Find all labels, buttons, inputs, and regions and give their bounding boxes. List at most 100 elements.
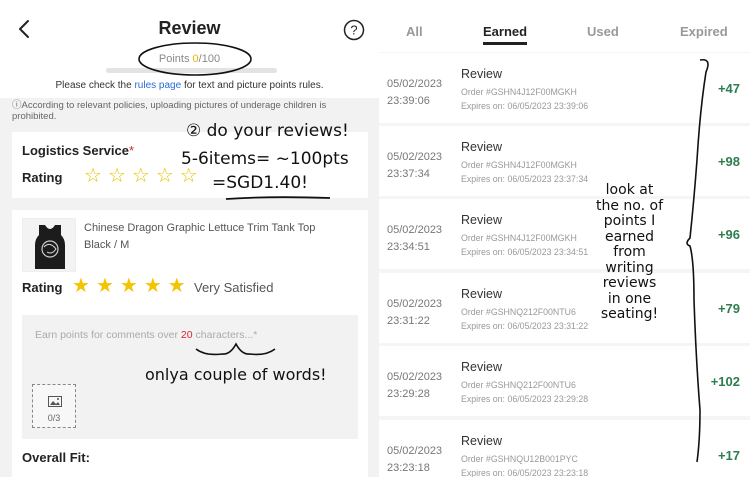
row-title: Review [461,213,502,227]
logistics-star-rating[interactable]: ☆ ☆ ☆ ☆ ☆ [84,166,198,186]
note-line: earned [604,228,655,245]
rules-page-link[interactable]: rules page [134,80,181,91]
row-datetime: 05/02/2023 23:29:28 [387,369,442,403]
placeholder-prefix: Earn points for comments over [35,329,178,341]
row-expires: Expires on: 06/05/2023 23:23:18 [461,468,589,477]
note-line: from [613,244,646,260]
row-title: Review [461,67,502,81]
row-order: Order #GSHN4J12F00MGKH [461,233,577,243]
star-icon[interactable]: ★ [96,276,114,296]
star-icon[interactable]: ☆ [132,166,150,186]
note-line: the no. of [596,197,664,214]
policy-notice: ⓘAccording to relevant policies, uploadi… [12,100,327,122]
note-line: points I [603,213,656,229]
product-name: Chinese Dragon Graphic Lettuce Trim Tank… [84,222,316,234]
list-item: 05/02/2023 23:29:28 Review Order #GSHNQ21… [379,346,750,416]
note-line: look at [605,182,654,198]
star-icon[interactable]: ☆ [84,166,102,186]
star-icon[interactable]: ★ [120,276,138,296]
svg-text:?: ? [350,23,357,38]
tab-all[interactable]: All [406,24,423,39]
list-item: 05/02/2023 23:39:06 Review Order #GSHN4J1… [379,53,750,123]
list-item: 05/02/2023 23:34:51 Review Order #GSHN4J1… [379,199,750,269]
list-item: 05/02/2023 23:37:34 Review Order #GSHN4J1… [379,126,750,196]
row-datetime: 05/02/2023 23:39:06 [387,76,442,110]
product-variant: Black / M [84,239,130,251]
row-time: 23:37:34 [387,168,430,180]
note-line: reviews [602,275,657,291]
row-datetime: 05/02/2023 23:23:18 [387,443,442,477]
points-tabs: All Earned Used Expired [379,0,750,52]
placeholder-suffix: characters...* [195,329,258,341]
annotation-do-reviews: ② do your reviews! [186,121,349,141]
row-order: Order #GSHN4J12F00MGKH [461,87,577,97]
tab-earned[interactable]: Earned [483,24,527,39]
row-time: 23:29:28 [387,388,430,400]
logistics-label-text: Logistics Service [22,143,129,158]
row-date: 05/02/2023 [387,445,443,457]
row-date: 05/02/2023 [387,78,443,90]
row-time: 23:39:06 [387,95,430,107]
row-order: Order #GSHNQ212F00NTU6 [461,380,576,390]
star-icon[interactable]: ★ [144,276,162,296]
row-datetime: 05/02/2023 23:34:51 [387,222,442,256]
star-icon[interactable]: ★ [72,276,90,296]
row-date: 05/02/2023 [387,151,443,163]
points-counter: Points 0/100 [0,53,379,65]
product-info: Chinese Dragon Graphic Lettuce Trim Tank… [84,220,354,254]
row-points: +47 [717,81,740,96]
row-title: Review [461,360,502,374]
active-tab-indicator [483,42,527,45]
row-points: +17 [717,448,740,463]
row-title: Review [461,434,502,448]
product-thumbnail [22,218,76,272]
row-title: Review [461,287,502,301]
row-order: Order #GSHNQ212F00NTU6 [461,307,576,317]
row-datetime: 05/02/2023 23:31:22 [387,296,442,330]
note-line: writing [605,259,654,276]
row-order: Order #GSHN4J12F00MGKH [461,160,577,170]
star-icon[interactable]: ★ [168,276,186,296]
logistics-label: Logistics Service* [22,143,134,158]
note-line: in one [607,290,652,307]
tab-used[interactable]: Used [587,24,619,39]
required-marker: * [128,143,135,158]
row-date: 05/02/2023 [387,224,443,236]
tank-top-image [35,225,65,269]
rating-text: Very Satisfied [194,280,274,295]
row-order: Order #GSHNQU12B001PYC [461,454,578,464]
rules-notice: Please check the rules page for text and… [0,80,379,91]
upload-count: 0/3 [47,413,61,423]
points-history-panel: All Earned Used Expired 05/02/2023 23:39:… [379,0,750,477]
row-time: 23:34:51 [387,241,430,253]
tab-expired[interactable]: Expired [680,24,728,39]
page-title: Review [158,18,221,38]
row-points: +102 [710,374,740,389]
row-date: 05/02/2023 [387,298,443,310]
review-panel: Review ? Points 0/100 Please check the r… [0,0,379,477]
star-icon[interactable]: ☆ [180,166,198,186]
placeholder-num: 20 [180,329,193,341]
star-icon[interactable]: ☆ [156,166,174,186]
product-star-rating[interactable]: ★ ★ ★ ★ ★ [72,276,186,296]
row-points: +96 [717,227,740,242]
row-points: +98 [717,154,740,169]
row-points: +79 [717,301,740,316]
image-upload-icon [48,396,62,407]
note-line: seating! [600,306,659,322]
rules-prefix: Please check the [55,80,132,91]
photo-upload-button[interactable]: 0/3 [32,384,76,428]
comment-placeholder: Earn points for comments over 20 charact… [35,329,257,341]
product-rating-label: Rating [22,280,63,295]
list-item: 05/02/2023 23:31:22 Review Order #GSHNQ21… [379,273,750,343]
list-item: 05/02/2023 23:23:18 Review Order #GSHNQU1… [379,420,750,477]
star-icon[interactable]: ☆ [108,166,126,186]
annotation-note: look at the no. of points I earned from … [596,182,664,323]
help-icon[interactable]: ? [343,19,365,41]
points-progress-bar [106,68,277,73]
overall-fit-label: Overall Fit: [22,450,90,465]
row-time: 23:31:22 [387,315,430,327]
row-expires: Expires on: 06/05/2023 23:29:28 [461,394,589,404]
product-review-card: Chinese Dragon Graphic Lettuce Trim Tank… [12,210,368,477]
points-max: /100 [198,53,221,65]
